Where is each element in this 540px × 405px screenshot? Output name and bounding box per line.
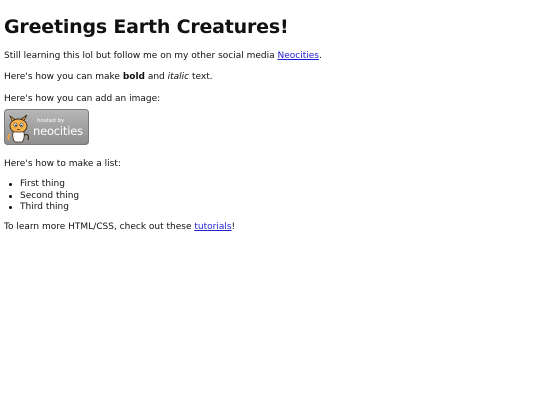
formatting-text-end: text.: [189, 72, 213, 82]
formatting-text-middle: and: [144, 72, 168, 82]
example-list: First thing Second thing Third thing: [4, 179, 536, 214]
neocities-badge-image: hosted by neocities: [4, 109, 89, 145]
list-item: Third thing: [9, 202, 536, 214]
bold-example: bold: [122, 72, 145, 82]
image-intro-paragraph: Here's how you can add an image:: [4, 94, 161, 104]
neocities-link[interactable]: Neocities: [278, 51, 319, 61]
page: Greetings Earth Creatures! Still learnin…: [0, 0, 540, 405]
outro-paragraph: To learn more HTML/CSS, check out these …: [4, 222, 536, 233]
italic-example: italic: [167, 72, 190, 82]
formatting-text-start: Here's how you can make: [4, 72, 123, 82]
list-item: First thing: [9, 179, 536, 191]
hosted-by-neocities-badge[interactable]: hosted by neocities: [4, 109, 89, 145]
outro-exclamation: !: [231, 221, 236, 232]
formatting-paragraph: Here's how you can make bold and italic …: [4, 72, 536, 83]
list-item: Second thing: [9, 191, 536, 203]
intro-paragraph: Still learning this lol but follow me on…: [4, 51, 536, 62]
tutorials-link[interactable]: tutorials: [194, 222, 231, 232]
intro-period: .: [318, 51, 322, 61]
badge-big-text: neocities: [33, 124, 83, 138]
list-intro-paragraph: Here's how to make a list:: [4, 159, 121, 169]
intro-text: Still learning this lol but follow me on…: [4, 51, 278, 61]
page-title: Greetings Earth Creatures!: [4, 16, 289, 38]
outro-text: To learn more HTML/CSS, check out these: [4, 221, 195, 232]
